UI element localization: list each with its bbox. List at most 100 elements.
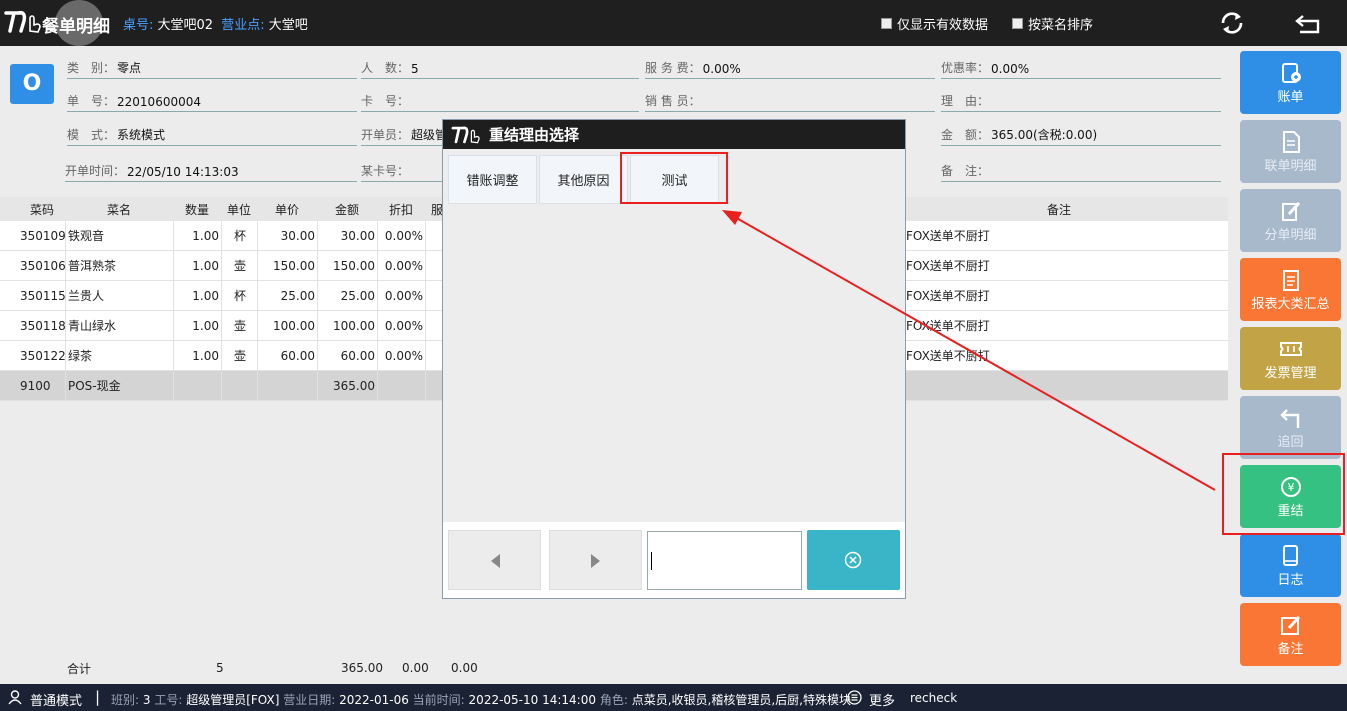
recall-label: 追回 bbox=[1277, 435, 1304, 450]
remark-label: 备注 bbox=[1277, 642, 1304, 657]
invoice-button[interactable]: 发票管理 bbox=[1240, 327, 1341, 390]
user-icon bbox=[8, 690, 22, 705]
field-value: 0.00% bbox=[991, 62, 1030, 76]
refresh-icon[interactable] bbox=[1217, 8, 1247, 38]
field-label: 类 别： bbox=[67, 61, 116, 75]
field-label: 模 式： bbox=[67, 128, 116, 142]
prev-page-button[interactable] bbox=[448, 530, 541, 590]
outlet-value: 大堂吧 bbox=[268, 18, 308, 33]
clear-button[interactable] bbox=[807, 530, 900, 590]
outlet-label: 营业点: bbox=[221, 18, 265, 33]
field-bill-no: 单 号： 22010600004 bbox=[67, 94, 357, 112]
remark-button[interactable]: 备注 bbox=[1240, 603, 1341, 666]
cell-code: 350109 bbox=[18, 221, 66, 250]
back-icon[interactable] bbox=[1294, 8, 1324, 38]
checkbox-box[interactable] bbox=[1012, 18, 1023, 29]
cell-discount: 0.00% bbox=[378, 311, 426, 340]
split-detail-button[interactable]: 分单明细 bbox=[1240, 189, 1341, 252]
role-label: 角色: bbox=[599, 693, 628, 707]
column-header-price: 单价 bbox=[275, 202, 300, 217]
totals-qty: 5 bbox=[216, 661, 224, 675]
report-icon bbox=[1282, 270, 1299, 291]
cell-note: FOX送单不厨打 bbox=[906, 319, 990, 333]
next-page-button[interactable] bbox=[549, 530, 642, 590]
cell-price: 60.00 bbox=[258, 341, 318, 370]
only-valid-checkbox[interactable]: 仅显示有效数据 bbox=[881, 14, 988, 33]
cell-note: FOX送单不厨打 bbox=[906, 229, 990, 243]
log-button[interactable]: 日志 bbox=[1240, 534, 1341, 597]
column-header-amount: 金额 bbox=[335, 202, 360, 217]
reason-option-error-adjust[interactable]: 错账调整 bbox=[448, 155, 537, 204]
split-detail-label: 分单明细 bbox=[1264, 228, 1317, 243]
column-header-unit: 单位 bbox=[227, 202, 252, 217]
cell-amount: 30.00 bbox=[318, 221, 378, 250]
role-value: 点菜员,收银员,稽核管理员,后厨,特殊模块 bbox=[631, 693, 851, 707]
bizdate-value: 2022-01-06 bbox=[339, 693, 409, 707]
field-label: 销 售 员： bbox=[645, 94, 701, 108]
reason-input[interactable] bbox=[647, 531, 802, 590]
cell-note: FOX送单不厨打 bbox=[906, 349, 990, 363]
triangle-right-icon bbox=[591, 554, 600, 568]
field-value: 22/05/10 14:13:03 bbox=[127, 165, 239, 179]
reason-option-other[interactable]: 其他原因 bbox=[539, 155, 628, 204]
cell-qty: 1.00 bbox=[174, 311, 222, 340]
cell-code: 350115 bbox=[18, 281, 66, 310]
column-header-discount: 折扣 bbox=[389, 202, 414, 217]
totals-amount: 365.00 bbox=[341, 661, 383, 675]
menu-circle-icon[interactable] bbox=[847, 690, 862, 705]
field-value: 365.00(含税:0.00) bbox=[991, 128, 1098, 142]
cell-code: 350106 bbox=[18, 251, 66, 280]
app-logo-icon bbox=[4, 10, 41, 33]
log-icon bbox=[1282, 545, 1298, 566]
now-value: 2022-05-10 14:14:00 bbox=[468, 693, 596, 707]
cell-code: 350118 bbox=[18, 311, 66, 340]
recall-button[interactable]: 追回 bbox=[1240, 396, 1341, 459]
cell-amount: 25.00 bbox=[318, 281, 378, 310]
field-card-no: 卡 号： bbox=[361, 94, 639, 112]
field-category: 类 别： 零点 bbox=[67, 61, 357, 79]
cell-unit: 杯 bbox=[222, 221, 258, 250]
field-discount-rate: 优惠率： 0.00% bbox=[941, 61, 1221, 79]
field-label: 理 由： bbox=[941, 94, 990, 108]
highlight-box-test-option bbox=[620, 152, 728, 204]
field-open-time: 开单时间： 22/05/10 14:13:03 bbox=[65, 164, 357, 182]
shift-value: 3 bbox=[142, 693, 151, 707]
bill-icon bbox=[1281, 63, 1301, 83]
page-title: 餐单明细 bbox=[42, 17, 110, 37]
app-logo-icon bbox=[451, 125, 480, 143]
checkbox-box[interactable] bbox=[881, 18, 892, 29]
column-header-name: 菜名 bbox=[107, 202, 132, 217]
triangle-left-icon bbox=[491, 554, 500, 568]
cell-discount bbox=[378, 371, 426, 400]
cell-amount: 150.00 bbox=[318, 251, 378, 280]
field-value: 0.00% bbox=[702, 62, 741, 76]
field-label: 服 务 费： bbox=[645, 61, 701, 75]
cell-unit: 壶 bbox=[222, 341, 258, 370]
staff-value: 超级管理员[FOX] bbox=[186, 693, 280, 707]
cell-discount: 0.00% bbox=[378, 221, 426, 250]
dialog-title: 重结理由选择 bbox=[489, 126, 580, 144]
sort-by-name-checkbox[interactable]: 按菜名排序 bbox=[1012, 14, 1093, 33]
report-summary-button[interactable]: 报表大类汇总 bbox=[1240, 258, 1341, 321]
field-label: 开单员： bbox=[361, 128, 410, 142]
cell-name: 兰贵人 bbox=[66, 281, 174, 310]
bill-button[interactable]: 账单 bbox=[1240, 51, 1341, 114]
current-user: recheck bbox=[910, 691, 958, 705]
joint-detail-button[interactable]: 联单明细 bbox=[1240, 120, 1341, 183]
field-label: 备 注： bbox=[941, 164, 990, 178]
highlight-box-rebill bbox=[1222, 453, 1345, 535]
cell-price: 30.00 bbox=[258, 221, 318, 250]
log-label: 日志 bbox=[1277, 573, 1304, 588]
cell-qty: 1.00 bbox=[174, 251, 222, 280]
cell-price: 100.00 bbox=[258, 311, 318, 340]
cell-name: 青山绿水 bbox=[66, 311, 174, 340]
cell-discount: 0.00% bbox=[378, 341, 426, 370]
mode-label: 普通模式 bbox=[30, 694, 83, 709]
cell-qty: 1.00 bbox=[174, 341, 222, 370]
field-label: 卡 号： bbox=[361, 94, 410, 108]
totals-row: 合计 5 365.00 0.00 0.00 bbox=[0, 658, 1228, 678]
undo-icon bbox=[1279, 409, 1299, 428]
cell-amount: 60.00 bbox=[318, 341, 378, 370]
cell-unit: 壶 bbox=[222, 251, 258, 280]
more-link[interactable]: 更多 bbox=[869, 690, 895, 709]
